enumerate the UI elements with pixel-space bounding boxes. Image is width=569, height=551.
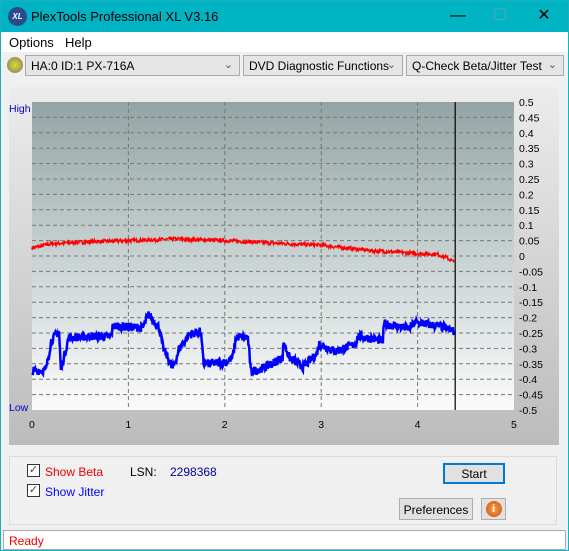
app-logo: XL [8,7,27,26]
y-tick-label: 0.05 [519,236,540,248]
drive-select[interactable]: HA:0 ID:1 PX-716A ⌄ [25,55,240,76]
y-tick-label: -0.35 [519,359,543,371]
y-tick-label: -0.2 [519,313,537,325]
chart-panel: 0.5 0.45 0.4 0.35 0.3 0.25 0.2 0.15 0.1 0.05 0 -0.0… [9,87,559,445]
controls-panel: ✓ Show Beta ✓ Show Jitter LSN: 2298368 S… [9,456,557,525]
x-tick-label: 2 [222,419,228,431]
y-tick-label: -0.4 [519,374,537,386]
minimize-button[interactable]: — [443,5,473,27]
status-bar: Ready [3,530,566,550]
test-value: Q-Check Beta/Jitter Test [412,59,542,73]
title-bar: XL PlexTools Professional XL V3.16 — ☐ ✕ [1,1,568,32]
window-title: PlexTools Professional XL V3.16 [31,9,219,24]
y-tick-label: 0.25 [519,174,540,186]
y-tick-label: 0.5 [519,97,534,109]
y-tick-label: -0.1 [519,282,537,294]
chevron-down-icon: ⌄ [547,59,557,71]
y-tick-label: -0.5 [519,405,537,417]
start-button[interactable]: Start [443,463,505,484]
y-tick-label: 0.15 [519,205,540,217]
x-tick-label: 3 [318,419,324,431]
menu-bar: Options Help [1,32,568,52]
close-button[interactable]: ✕ [529,5,559,27]
show-jitter-checkbox[interactable]: ✓ [27,484,40,497]
preferences-button[interactable]: Preferences [399,498,473,520]
drive-value: HA:0 ID:1 PX-716A [31,59,135,73]
show-beta-checkbox[interactable]: ✓ [27,464,40,477]
function-select[interactable]: DVD Diagnostic Functions ⌄ [243,55,403,76]
chevron-down-icon: ⌄ [386,59,396,71]
beta-jitter-chart: 0.5 0.45 0.4 0.35 0.3 0.25 0.2 0.15 0.1 0.05 0 -0.0… [9,97,543,431]
maximize-button[interactable]: ☐ [485,5,515,27]
disc-icon [7,57,23,73]
test-select[interactable]: Q-Check Beta/Jitter Test ⌄ [406,55,564,76]
show-jitter-label[interactable]: Show Jitter [45,485,104,499]
x-tick-label: 4 [415,419,421,431]
y-tick-label: -0.05 [519,266,543,278]
y-tick-label: -0.15 [519,297,543,309]
y-tick-label: 0.35 [519,143,540,155]
menu-options[interactable]: Options [9,35,54,50]
x-tick-label: 0 [29,419,35,431]
show-beta-label[interactable]: Show Beta [45,465,103,479]
x-tick-label: 1 [125,419,131,431]
y-tick-label: -0.3 [519,343,537,355]
x-tick-label: 5 [511,419,517,431]
lsn-value: 2298368 [170,465,217,479]
info-icon: i [485,501,502,517]
y-tick-label: -0.45 [519,390,543,402]
y-tick-label: 0.1 [519,220,534,232]
y-tick-label: 0 [519,251,525,263]
y-tick-label: 0.4 [519,128,534,140]
low-label: Low [9,402,29,414]
menu-help[interactable]: Help [65,35,92,50]
high-label: High [9,103,31,115]
y-tick-label: -0.25 [519,328,543,340]
lsn-label: LSN: [130,465,157,479]
y-tick-label: 0.2 [519,189,534,201]
y-tick-label: 0.45 [519,112,540,124]
y-tick-label: 0.3 [519,159,534,171]
function-value: DVD Diagnostic Functions [249,59,390,73]
chevron-down-icon: ⌄ [223,59,233,71]
info-button[interactable]: i [481,498,506,520]
